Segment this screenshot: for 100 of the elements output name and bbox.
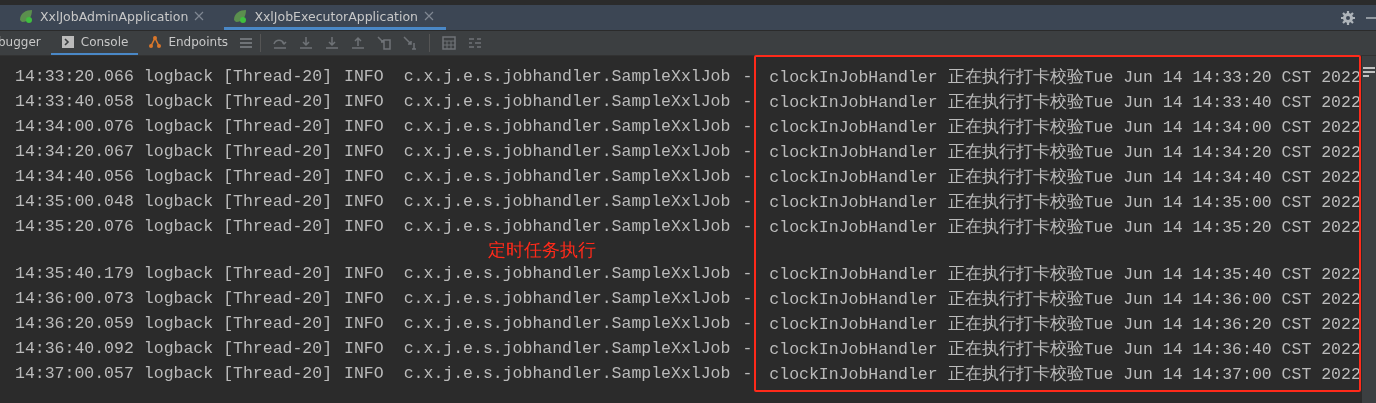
drop-frame-icon[interactable]: [376, 35, 393, 51]
log-source: logback: [143, 314, 214, 333]
tool-tab[interactable]: Console: [50, 31, 139, 55]
force-step-into-icon[interactable]: [324, 35, 341, 51]
log-separator: -: [742, 117, 753, 136]
log-logger: c.x.j.e.s.jobhandler.SampleXxlJob: [403, 217, 731, 236]
run-tab[interactable]: XxlJobAdminApplication: [10, 5, 217, 30]
log-logger: c.x.j.e.s.jobhandler.SampleXxlJob: [403, 67, 731, 86]
log-message: clockInJobHandler 正在执行打卡校验Tue Jun 14 14:34:20 CST 2022: [769, 141, 1361, 163]
log-level: INFO: [344, 67, 384, 86]
log-time: 14:36:00.073: [15, 289, 134, 308]
log-source: logback: [143, 192, 214, 211]
log-source: logback: [143, 142, 214, 161]
log-time: 14:33:20.066: [15, 67, 134, 86]
log-time: 14:33:40.058: [15, 92, 134, 111]
log-time: 14:37:00.057: [15, 364, 134, 383]
log-level: INFO: [344, 339, 384, 358]
close-icon[interactable]: [194, 11, 205, 21]
log-level: INFO: [344, 192, 384, 211]
log-logger: c.x.j.e.s.jobhandler.SampleXxlJob: [403, 314, 731, 333]
log-message: clockInJobHandler 正在执行打卡校验Tue Jun 14 14:37:00 CST 2022: [769, 363, 1361, 385]
step-into-icon[interactable]: [298, 35, 315, 51]
log-source: logback: [143, 167, 214, 186]
log-separator: -: [742, 264, 753, 283]
log-logger: c.x.j.e.s.jobhandler.SampleXxlJob: [403, 364, 731, 383]
log-separator: -: [742, 364, 753, 383]
log-logger: c.x.j.e.s.jobhandler.SampleXxlJob: [403, 289, 731, 308]
log-separator: -: [742, 142, 753, 161]
log-message: clockInJobHandler 正在执行打卡校验Tue Jun 14 14:36:20 CST 2022: [769, 313, 1361, 335]
log-level: INFO: [344, 92, 384, 111]
log-level: INFO: [344, 117, 384, 136]
log-logger: c.x.j.e.s.jobhandler.SampleXxlJob: [403, 117, 731, 136]
settings-icon[interactable]: [1340, 9, 1356, 26]
log-level: INFO: [344, 167, 384, 186]
log-logger: c.x.j.e.s.jobhandler.SampleXxlJob: [403, 192, 731, 211]
log-message: clockInJobHandler 正在执行打卡校验Tue Jun 14 14:34:40 CST 2022: [769, 166, 1361, 188]
log-logger: c.x.j.e.s.jobhandler.SampleXxlJob: [403, 264, 731, 283]
log-source: logback: [143, 264, 214, 283]
menu-icon[interactable]: [238, 35, 255, 51]
soft-wrap-icon[interactable]: [1362, 66, 1376, 80]
leaf-icon: [232, 8, 249, 24]
log-thread: [Thread-20]: [223, 167, 333, 186]
log-thread: [Thread-20]: [223, 264, 333, 283]
log-thread: [Thread-20]: [223, 142, 333, 161]
log-time: 14:35:40.179: [15, 264, 134, 283]
log-message: clockInJobHandler 正在执行打卡校验Tue Jun 14 14:34:00 CST 2022: [769, 116, 1361, 138]
log-message: clockInJobHandler 正在执行打卡校验Tue Jun 14 14:36:40 CST 2022: [769, 338, 1361, 360]
log-time: 14:36:40.092: [15, 339, 134, 358]
console-icon: [60, 35, 75, 49]
log-source: logback: [143, 117, 214, 136]
log-source: logback: [143, 339, 214, 358]
log-thread: [Thread-20]: [223, 364, 333, 383]
log-message: clockInJobHandler 正在执行打卡校验Tue Jun 14 14:35:40 CST 2022: [769, 263, 1361, 285]
log-thread: [Thread-20]: [223, 92, 333, 111]
log-message: clockInJobHandler 正在执行打卡校验Tue Jun 14 14:33:20 CST 2022: [769, 66, 1361, 88]
log-logger: c.x.j.e.s.jobhandler.SampleXxlJob: [403, 339, 731, 358]
log-separator: -: [742, 92, 753, 111]
log-source: logback: [143, 217, 214, 236]
log-thread: [Thread-20]: [223, 67, 333, 86]
step-out-icon[interactable]: [350, 35, 367, 51]
annotation-text: 定时任务执行: [488, 240, 596, 260]
log-level: INFO: [344, 314, 384, 333]
log-time: 14:34:00.076: [15, 117, 134, 136]
log-time: 14:34:40.056: [15, 167, 134, 186]
log-separator: -: [742, 167, 753, 186]
log-source: logback: [143, 289, 214, 308]
log-time: 14:36:20.059: [15, 314, 134, 333]
log-logger: c.x.j.e.s.jobhandler.SampleXxlJob: [403, 92, 731, 111]
log-thread: [Thread-20]: [223, 339, 333, 358]
run-to-cursor-icon[interactable]: [402, 35, 419, 51]
log-thread: [Thread-20]: [223, 289, 333, 308]
log-separator: -: [742, 217, 753, 236]
leaf-icon: [18, 8, 34, 24]
log-separator: -: [742, 67, 753, 86]
layout-icon[interactable]: [467, 35, 484, 51]
log-source: logback: [143, 92, 214, 111]
log-separator: -: [742, 192, 753, 211]
log-time: 14:34:20.067: [15, 142, 134, 161]
log-level: INFO: [344, 142, 384, 161]
log-thread: [Thread-20]: [223, 192, 333, 211]
log-logger: c.x.j.e.s.jobhandler.SampleXxlJob: [403, 167, 731, 186]
log-message: clockInJobHandler 正在执行打卡校验Tue Jun 14 14:36:00 CST 2022: [769, 288, 1361, 310]
log-source: logback: [143, 67, 214, 86]
log-thread: [Thread-20]: [223, 217, 333, 236]
log-separator: -: [742, 339, 753, 358]
log-source: logback: [143, 364, 214, 383]
log-thread: [Thread-20]: [223, 117, 333, 136]
log-level: INFO: [344, 289, 384, 308]
log-thread: [Thread-20]: [223, 314, 333, 333]
log-separator: -: [742, 289, 753, 308]
tool-tab[interactable]: Endpoints: [138, 31, 239, 55]
log-time: 14:35:00.048: [15, 192, 134, 211]
log-message: clockInJobHandler 正在执行打卡校验Tue Jun 14 14:35:20 CST 2022: [769, 216, 1361, 238]
log-message: clockInJobHandler 正在执行打卡校验Tue Jun 14 14:33:40 CST 2022: [769, 91, 1361, 113]
close-icon[interactable]: [424, 11, 435, 21]
endpoints-icon: [148, 35, 163, 49]
log-separator: -: [742, 314, 753, 333]
log-time: 14:35:20.076: [15, 217, 134, 236]
calculator-icon[interactable]: [441, 35, 458, 51]
log-logger: c.x.j.e.s.jobhandler.SampleXxlJob: [403, 142, 731, 161]
